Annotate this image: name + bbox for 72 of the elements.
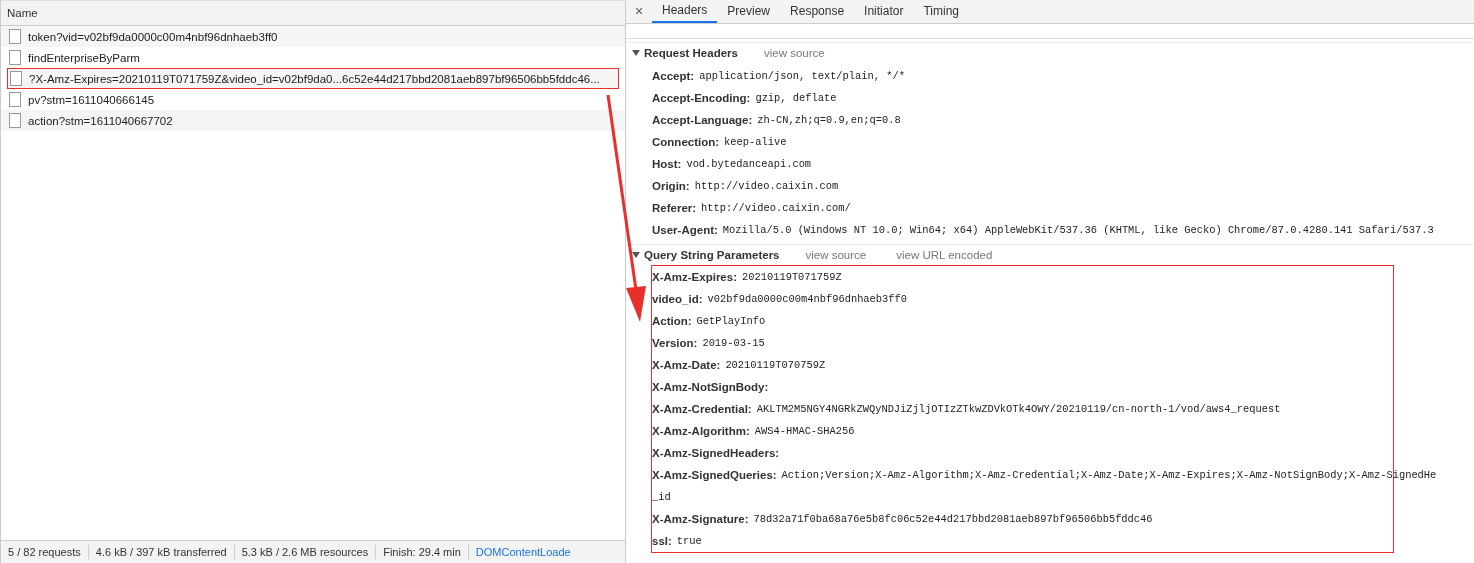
status-text: 5 / 82 requests <box>1 545 89 559</box>
request-name: token?vid=v02bf9da0000c00m4nbf96dnhaeb3ff0 <box>28 30 278 43</box>
file-icon <box>9 92 21 107</box>
header-value: Mozilla/5.0 (Windows NT 10.0; Win64; x64) AppleWebKit/537.36 (KHTML, like Gecko) Chrome/87.0.4280.141 Safari/537.3 <box>722 224 1434 236</box>
header-value: AWS4-HMAC-SHA256 <box>754 425 855 437</box>
request-row[interactable]: findEnterpriseByParm <box>1 47 625 68</box>
header-name: X-Amz-SignedQueries: <box>652 469 777 481</box>
header-value: 20210119T070759Z <box>725 359 826 371</box>
header-value: vod.bytedanceapi.com <box>686 158 812 170</box>
tab[interactable]: Response <box>780 0 855 23</box>
request-name: findEnterpriseByParm <box>28 51 140 64</box>
request-name: ?X-Amz-Expires=20210119T071759Z&video_id=v02bf9da0...6c52e44d217bbd2081aeb897bf96506bb5fddc46... <box>29 72 600 85</box>
header-value: true <box>676 535 702 547</box>
header-value: http://video.caixin.com <box>694 180 839 192</box>
header-name: Version: <box>652 337 698 349</box>
header-name: X-Amz-NotSignBody: <box>652 381 769 393</box>
header-name: Accept-Encoding: <box>652 92 751 104</box>
status-text: 5.3 kB / 2.6 MB resources <box>234 545 377 559</box>
header-value: application/json, text/plain, */* <box>699 70 905 82</box>
column-header[interactable]: Name <box>1 0 625 26</box>
tab[interactable]: Timing <box>913 0 969 23</box>
header-name: Host: <box>652 158 682 170</box>
header-value: AKLTM2M5NGY4NGRkZWQyNDJiZjljOTIzZTkwZDVkOTk4OWY/20210119/cn-north-1/vod/aws4_request <box>756 403 1281 415</box>
header-value: v02bf9da0000c00m4nbf96dnhaeb3ff0 <box>707 293 908 305</box>
header-name: X-Amz-Signature: <box>652 513 749 525</box>
section-title[interactable]: Request Headers <box>644 47 738 59</box>
tab[interactable]: Preview <box>717 0 781 23</box>
request-name: action?stm=1611040667702 <box>28 114 173 127</box>
header-name: Accept: <box>652 70 695 82</box>
request-row[interactable]: pv?stm=1611040666145 <box>1 89 625 110</box>
tab[interactable]: Headers <box>652 0 718 23</box>
header-name: Action: <box>652 315 692 327</box>
header-name: Origin: <box>652 180 690 192</box>
header-name: Connection: <box>652 136 720 148</box>
header-name: X-Amz-Date: <box>652 359 721 371</box>
status-link[interactable]: DOMContentLoade <box>468 545 578 559</box>
status-text: 4.6 kB / 397 kB transferred <box>88 545 235 559</box>
triangle-icon[interactable] <box>632 50 640 56</box>
header-value: 78d32a71f0ba68a76e5b8fc06c52e44d217bbd2081aeb897bf96506bb5fddc46 <box>753 513 1153 525</box>
header-value: gzip, deflate <box>755 92 837 104</box>
triangle-icon[interactable] <box>632 252 640 258</box>
header-name: Referer: <box>652 202 697 214</box>
view-link[interactable]: view URL encoded <box>896 249 993 261</box>
header-value: http://video.caixin.com/ <box>701 202 851 214</box>
request-name: pv?stm=1611040666145 <box>28 93 155 106</box>
header-name: X-Amz-Expires: <box>652 271 737 283</box>
header-name: X-Amz-SignedHeaders: <box>652 447 780 459</box>
close-icon[interactable]: × <box>626 0 652 23</box>
request-row[interactable]: token?vid=v02bf9da0000c00m4nbf96dnhaeb3ff0 <box>1 26 625 47</box>
header-value: 20210119T071759Z <box>742 271 842 283</box>
header-name: video_id: <box>652 293 703 305</box>
header-value: 2019-03-15 <box>702 337 765 349</box>
file-icon <box>9 113 21 128</box>
status-text: Finish: 29.4 min <box>376 545 469 559</box>
section-title[interactable]: Query String Parameters <box>644 249 780 261</box>
header-name: ssl: <box>652 535 672 547</box>
request-row[interactable]: ?X-Amz-Expires=20210119T071759Z&video_id=v02bf9da0...6c52e44d217bbd2081aeb897bf96506bb5fddc46... <box>7 68 619 89</box>
header-value: _id <box>652 491 671 503</box>
header-name: User-Agent: <box>652 224 718 236</box>
tab[interactable]: Initiator <box>854 0 914 23</box>
file-icon <box>9 29 21 44</box>
header-name: Accept-Language: <box>652 114 753 126</box>
header-value: keep-alive <box>724 136 787 148</box>
header-name: X-Amz-Algorithm: <box>652 425 750 437</box>
view-link[interactable]: view source <box>805 249 867 261</box>
file-icon <box>10 71 22 86</box>
view-link[interactable]: view source <box>763 47 825 59</box>
header-value: zh-CN,zh;q=0.9,en;q=0.8 <box>757 114 901 126</box>
header-value: GetPlayInfo <box>696 315 766 327</box>
request-row[interactable]: action?stm=1611040667702 <box>1 110 625 131</box>
file-icon <box>9 50 21 65</box>
header-name: X-Amz-Credential: <box>652 403 752 415</box>
